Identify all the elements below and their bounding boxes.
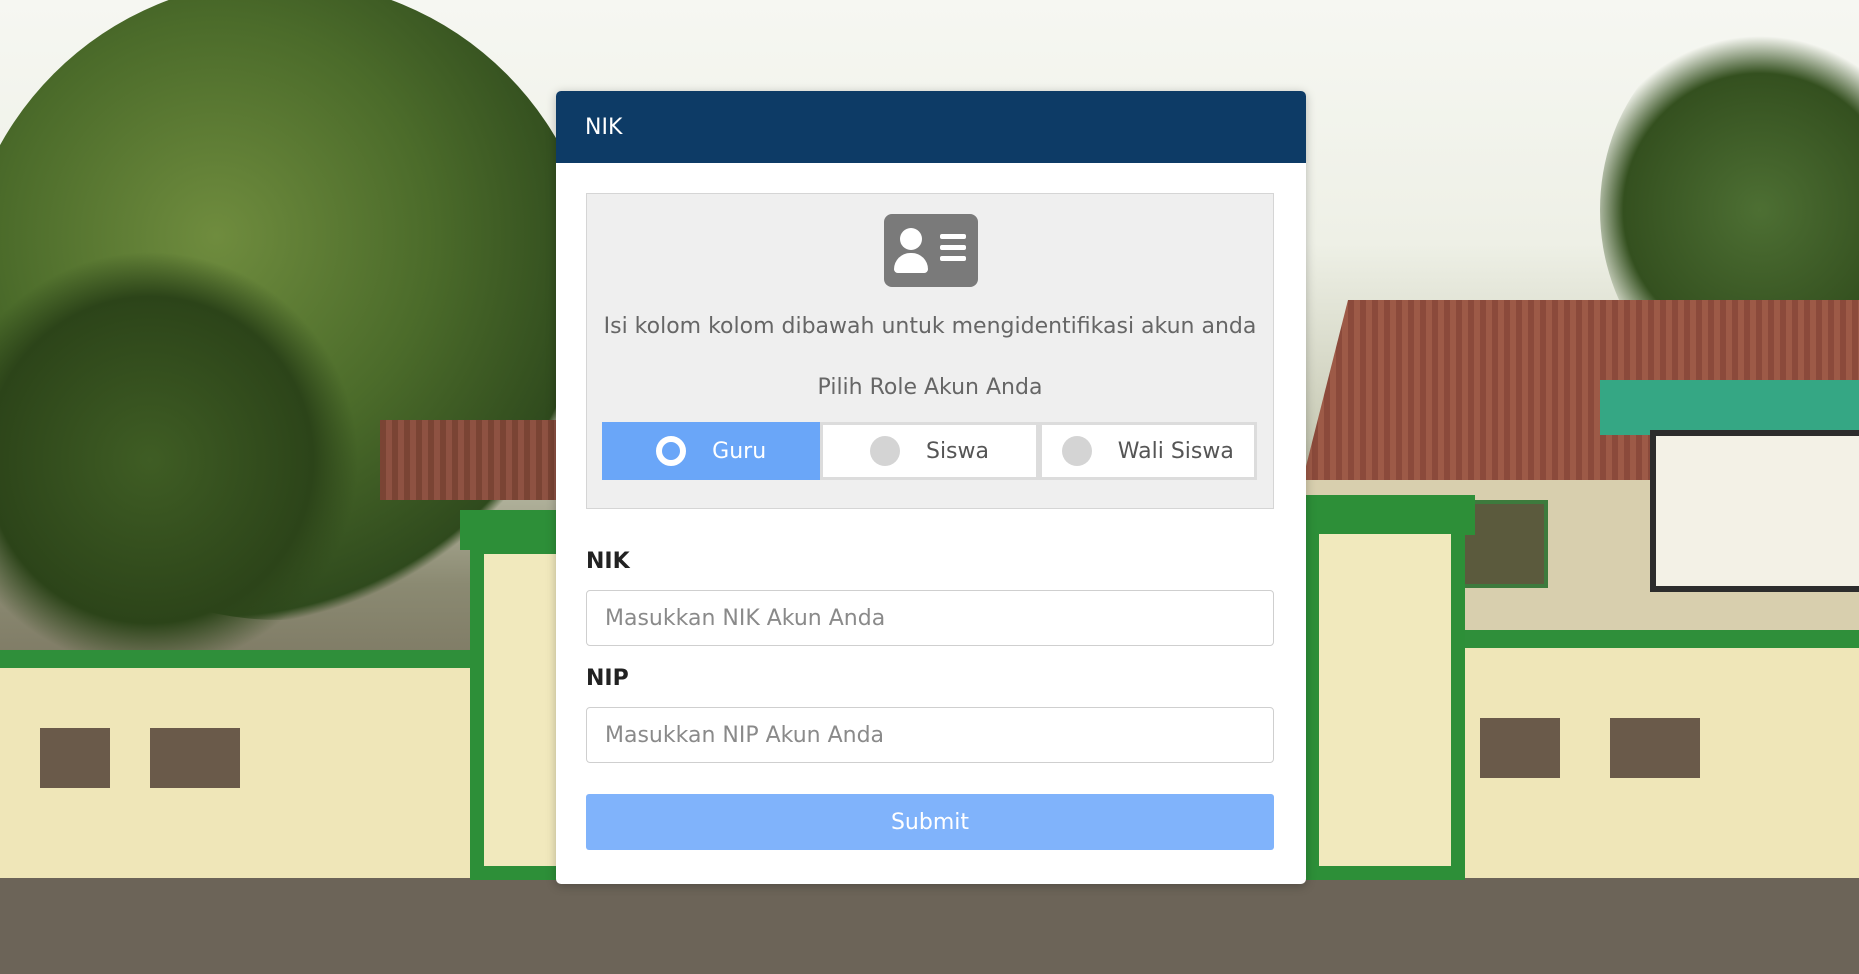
- role-option-label: Guru: [712, 438, 767, 464]
- info-text: Isi kolom kolom dibawah untuk mengidenti…: [603, 314, 1257, 339]
- role-option-wali-siswa[interactable]: Wali Siswa: [1038, 422, 1257, 480]
- id-card-head: [900, 228, 922, 250]
- radio-icon: [656, 436, 687, 466]
- fence: [1440, 630, 1859, 878]
- fence-gap: [150, 728, 240, 788]
- role-info-box: Isi kolom kolom dibawah untuk mengidenti…: [586, 193, 1274, 509]
- card-title: NIK: [585, 114, 623, 140]
- school-sign: [1650, 430, 1859, 592]
- id-card-line: [940, 234, 966, 239]
- id-card-icon: [884, 214, 978, 287]
- fence-gap: [1480, 718, 1560, 778]
- card-header: NIK: [556, 91, 1306, 163]
- sign-roof: [1600, 380, 1859, 435]
- nik-label: NIK: [586, 549, 630, 574]
- role-option-siswa[interactable]: Siswa: [820, 422, 1039, 480]
- nip-input[interactable]: [586, 707, 1274, 763]
- id-card-line: [940, 256, 966, 261]
- nik-input[interactable]: [586, 590, 1274, 646]
- building-roof: [380, 420, 580, 500]
- fence-gap: [1610, 718, 1700, 778]
- role-selector: Guru Siswa Wali Siswa: [602, 422, 1257, 480]
- submit-button[interactable]: Submit: [586, 794, 1274, 850]
- card-body: Isi kolom kolom dibawah untuk mengidenti…: [556, 163, 1306, 850]
- nip-label: NIP: [586, 666, 629, 691]
- role-option-label: Wali Siswa: [1117, 438, 1234, 464]
- identification-card: NIK Isi kolom kolom dibawah untuk mengid…: [556, 91, 1306, 884]
- id-card-line: [940, 245, 966, 250]
- fence: [0, 650, 480, 878]
- fence-gap: [40, 728, 110, 788]
- role-option-label: Siswa: [925, 438, 989, 464]
- radio-icon: [1061, 436, 1092, 466]
- gate-pillar: [1305, 520, 1465, 880]
- role-option-guru[interactable]: Guru: [602, 422, 821, 480]
- id-card-body: [894, 253, 928, 273]
- role-label: Pilih Role Akun Anda: [817, 375, 1043, 400]
- radio-icon: [869, 436, 900, 466]
